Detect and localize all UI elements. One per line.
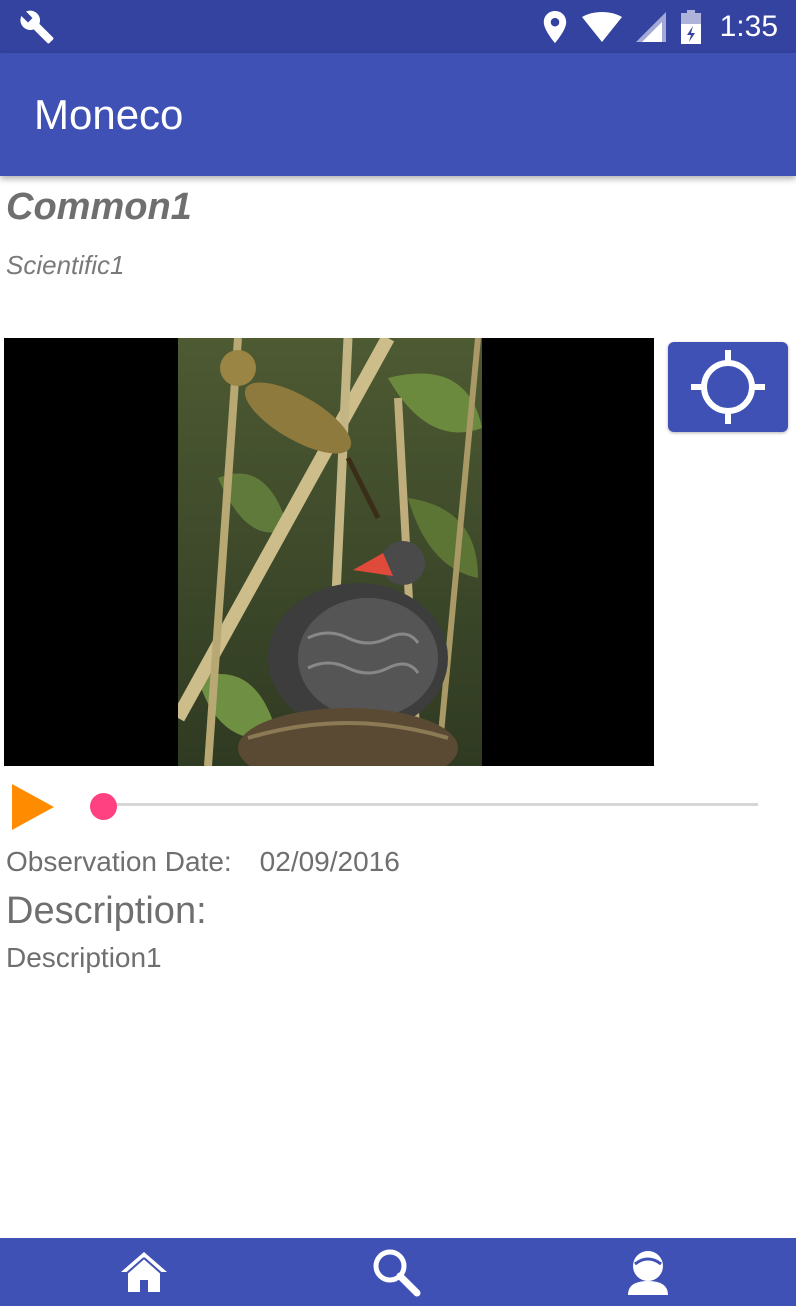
observation-date-row: Observation Date: 02/09/2016 — [6, 846, 400, 878]
status-bar: 1:35 — [0, 0, 796, 53]
app-bar: Moneco — [0, 53, 796, 176]
common-name: Common1 — [6, 186, 192, 228]
crosshair-icon — [691, 350, 765, 424]
seek-bar[interactable] — [104, 803, 758, 806]
description-heading: Description: — [6, 890, 207, 932]
play-button[interactable] — [10, 784, 56, 830]
description-text: Description1 — [6, 942, 162, 973]
wrench-icon — [20, 10, 54, 44]
app-title: Moneco — [34, 91, 184, 138]
scientific-name: Scientific1 — [6, 250, 125, 280]
screen: 1:35 Moneco Common1 Scientific1 Observat… — [0, 0, 796, 1306]
nav-search[interactable] — [336, 1238, 456, 1306]
seek-thumb[interactable] — [90, 793, 117, 820]
home-icon — [121, 1252, 167, 1292]
nav-profile[interactable] — [588, 1238, 708, 1306]
signal-icon — [635, 11, 666, 42]
nav-home[interactable] — [84, 1238, 204, 1306]
locate-button[interactable] — [668, 342, 788, 432]
status-time: 1:35 — [719, 9, 778, 43]
profile-icon — [628, 1251, 668, 1295]
observation-date-label: Observation Date: — [6, 846, 232, 877]
location-icon — [543, 10, 566, 43]
bottom-nav — [0, 1238, 796, 1306]
media-player[interactable] — [4, 338, 654, 766]
search-icon — [373, 1249, 421, 1297]
observation-date-value: 02/09/2016 — [259, 846, 400, 877]
battery-icon — [680, 9, 701, 44]
wifi-icon — [581, 11, 622, 42]
bird-photo — [178, 338, 482, 766]
